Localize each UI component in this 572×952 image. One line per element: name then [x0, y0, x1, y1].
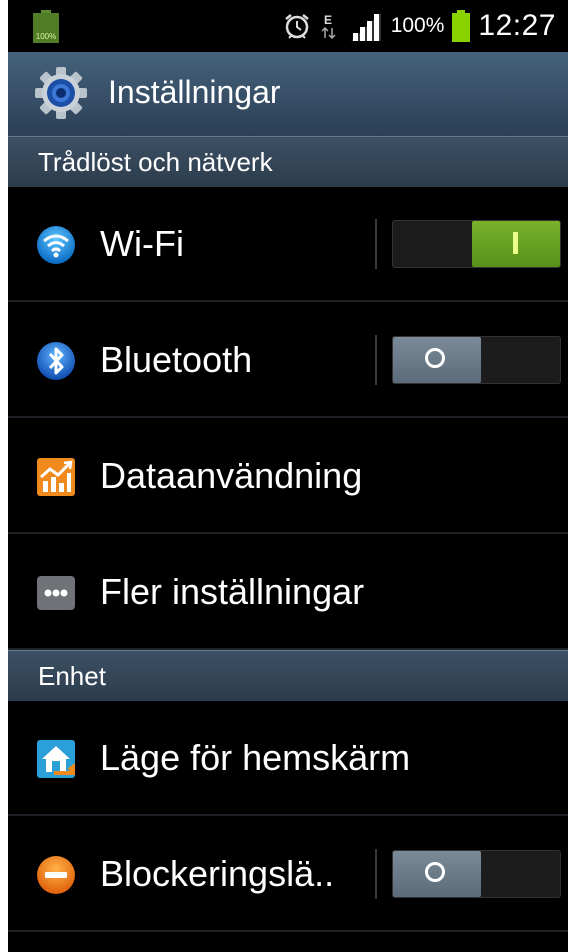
setting-label-blocking-mode: Blockeringslä..	[100, 853, 335, 894]
divider	[375, 335, 377, 385]
status-icons: E 100% 12:27	[283, 0, 556, 52]
setting-label-home-screen-mode: Läge för hemskärm	[100, 737, 411, 778]
action-bar: Inställningar	[8, 52, 568, 138]
divider	[375, 849, 377, 899]
setting-row-bluetooth[interactable]: Bluetooth	[8, 302, 568, 418]
alarm-icon	[284, 14, 309, 39]
toggle-knob	[393, 337, 481, 383]
setting-label-more-settings: Fler inställningar	[100, 571, 365, 612]
bluetooth-icon	[37, 342, 75, 380]
section-header-label: Enhet	[38, 661, 106, 691]
screen: 100% E 100% 12:27 Inställningar Trådlöst…	[8, 0, 568, 952]
setting-label-bluetooth: Bluetooth	[100, 339, 253, 380]
page-title: Inställningar	[108, 74, 281, 110]
wifi-icon	[37, 226, 75, 264]
home-screen-mode-icon	[37, 740, 75, 778]
section-header-device: Enhet	[8, 650, 568, 701]
battery-icon	[452, 10, 471, 42]
status-bar: 100% E 100% 12:27	[8, 0, 568, 52]
settings-gear-icon[interactable]	[34, 66, 88, 120]
blocking-mode-toggle[interactable]	[392, 850, 561, 898]
signal-icon	[350, 13, 381, 41]
section-header-wireless: Trådlöst och nätverk	[8, 136, 568, 187]
divider	[375, 219, 377, 269]
more-settings-icon	[37, 576, 75, 610]
battery-percent: 100%	[390, 14, 445, 37]
svg-text:E: E	[324, 13, 332, 27]
battery-notification-icon: 100%	[33, 10, 59, 43]
setting-label-wifi: Wi-Fi	[100, 223, 184, 264]
clock: 12:27	[478, 9, 556, 42]
toggle-knob	[472, 221, 560, 267]
blocking-mode-icon	[37, 856, 75, 894]
setting-row-home-screen-mode[interactable]: Läge för hemskärm	[8, 700, 568, 816]
setting-row-blocking-mode[interactable]: Blockeringslä..	[8, 816, 568, 932]
setting-row-more-settings[interactable]: Fler inställningar	[8, 534, 568, 650]
battery-notification-label: 100%	[35, 32, 57, 41]
setting-row-data-usage[interactable]: Dataanvändning	[8, 418, 568, 534]
edge-data-icon: E	[321, 13, 336, 40]
section-header-label: Trådlöst och nätverk	[38, 147, 273, 177]
setting-label-data-usage: Dataanvändning	[100, 455, 363, 496]
device-frame: 100% E 100% 12:27 Inställningar Trådlöst…	[0, 0, 572, 952]
toggle-knob	[393, 851, 481, 897]
data-usage-icon	[37, 458, 75, 496]
wifi-toggle[interactable]	[392, 220, 561, 268]
bluetooth-toggle[interactable]	[392, 336, 561, 384]
setting-row-wifi[interactable]: Wi-Fi	[8, 186, 568, 302]
